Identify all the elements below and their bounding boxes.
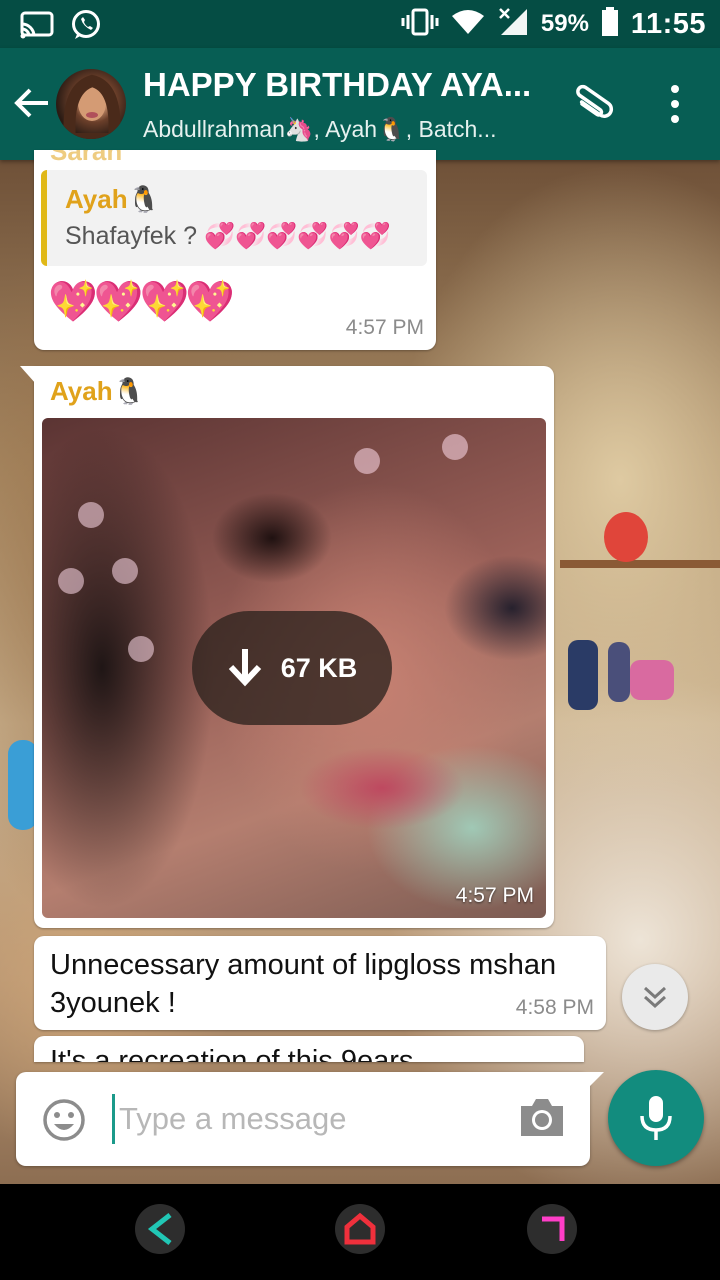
quoted-sender: Ayah🐧 — [65, 184, 160, 214]
image-sparkle — [112, 558, 138, 584]
signal-icon — [497, 7, 529, 42]
image-sparkle — [78, 502, 104, 528]
image-sparkle — [58, 568, 84, 594]
status-bar: 59% 11:55 — [0, 0, 720, 48]
download-button[interactable]: 67 KB — [192, 611, 392, 725]
image-thumbnail[interactable]: 67 KB 4:57 PM — [42, 418, 546, 918]
wallpaper-shelf — [560, 560, 720, 568]
message-input[interactable] — [112, 1094, 492, 1144]
camera-icon — [521, 1099, 563, 1136]
message-sender[interactable]: Ayah🐧 — [50, 376, 145, 407]
message-time: 4:57 PM — [455, 884, 534, 907]
smiley-icon — [43, 1099, 85, 1141]
message-bubble[interactable]: Unnecessary amount of lipgloss mshan 3yo… — [34, 936, 606, 1030]
whatsapp-icon — [70, 9, 102, 46]
nav-home-button[interactable] — [335, 1204, 385, 1254]
message-composer — [16, 1072, 590, 1166]
message-bubble[interactable]: It's a recreation of this 9ears — [34, 1036, 584, 1062]
arrow-left-icon — [14, 88, 48, 118]
double-chevron-down-icon — [643, 986, 667, 1009]
nav-recents-button[interactable] — [527, 1204, 577, 1254]
cast-icon — [20, 10, 54, 45]
back-button[interactable] — [12, 83, 52, 123]
message-text: Unnecessary amount of lipgloss mshan 3yo… — [50, 949, 557, 1019]
chat-participants[interactable]: Abdullrahman🦄, Ayah🐧, Batch... — [143, 116, 538, 143]
message-time: 4:57 PM — [345, 316, 424, 339]
chat-title[interactable]: HAPPY BIRTHDAY AYA... — [143, 66, 538, 104]
download-size: 67 KB — [280, 652, 358, 683]
wifi-icon — [451, 8, 485, 41]
more-options-button[interactable] — [660, 82, 690, 126]
wallpaper-object — [630, 660, 674, 700]
more-vert-icon — [671, 85, 679, 123]
wallpaper-object — [604, 512, 648, 562]
quoted-message[interactable]: Ayah🐧 Shafayfek ? 💞💞💞💞💞💞 — [41, 170, 427, 266]
camera-button[interactable] — [518, 1096, 566, 1140]
image-sparkle — [354, 448, 380, 474]
image-message-bubble[interactable]: Ayah🐧 67 KB 4:57 PM — [20, 366, 554, 928]
system-nav-bar — [0, 1184, 720, 1280]
wallpaper-object — [568, 640, 598, 710]
voice-record-button[interactable] — [608, 1070, 704, 1166]
emoji-button[interactable] — [42, 1098, 86, 1142]
message-bubble[interactable]: Sarah Ayah🐧 Shafayfek ? 💞💞💞💞💞💞 💖💖💖💖 4:57… — [34, 150, 436, 350]
status-time: 11:55 — [630, 7, 706, 40]
message-text: 💖💖💖💖 — [48, 280, 235, 324]
nav-recents-icon — [542, 1216, 565, 1241]
paperclip-icon — [576, 84, 614, 118]
image-sparkle — [442, 434, 468, 460]
vibrate-icon — [401, 7, 439, 42]
message-time: 4:58 PM — [515, 996, 594, 1019]
scroll-to-bottom-button[interactable] — [622, 964, 688, 1030]
nav-back-button[interactable] — [135, 1204, 185, 1254]
message-text: It's a recreation of this 9ears — [50, 1045, 414, 1062]
quoted-text: Shafayfek ? 💞💞💞💞💞💞 — [65, 222, 391, 250]
nav-home-icon — [344, 1212, 376, 1245]
battery-icon — [601, 6, 619, 42]
nav-back-icon — [147, 1213, 172, 1245]
battery-percentage: 59% — [540, 10, 589, 37]
wallpaper-object — [608, 642, 630, 702]
chat-header: HAPPY BIRTHDAY AYA... Abdullrahman🦄, Aya… — [0, 48, 720, 160]
image-sparkle — [128, 636, 154, 662]
download-arrow-icon — [228, 649, 261, 687]
avatar[interactable] — [56, 69, 126, 139]
microphone-icon — [640, 1096, 672, 1140]
attach-button[interactable] — [568, 78, 618, 128]
